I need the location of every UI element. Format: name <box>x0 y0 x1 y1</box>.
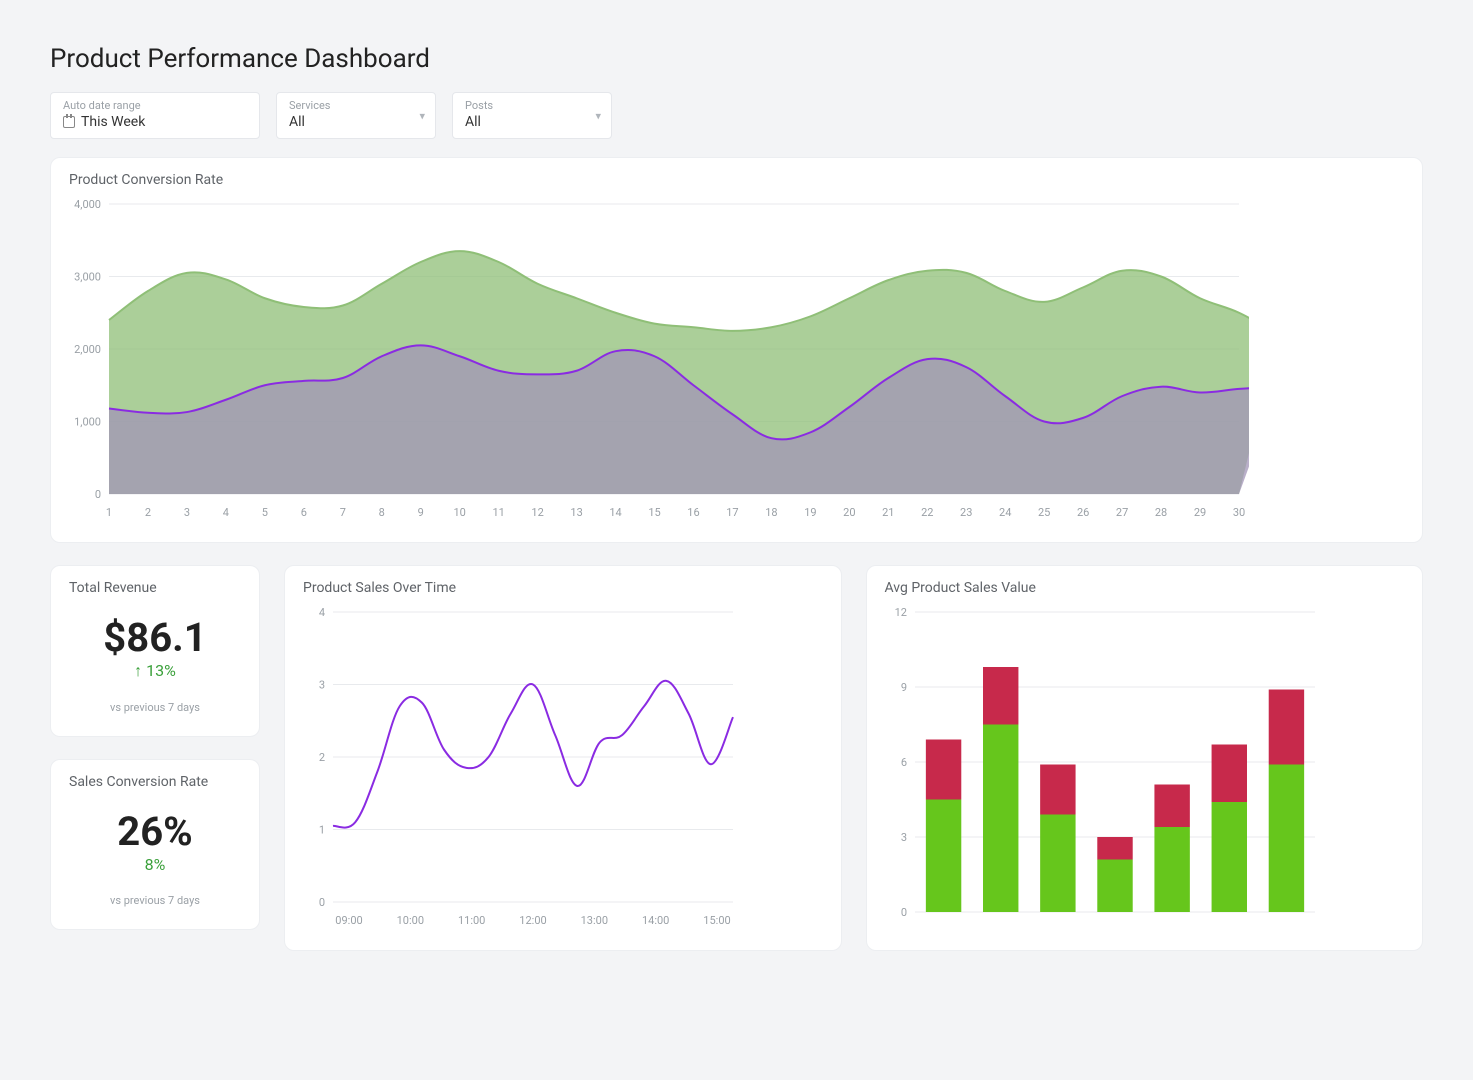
svg-text:29: 29 <box>1194 506 1206 519</box>
services-picker[interactable]: Services All ▾ <box>276 92 436 139</box>
svg-text:13:00: 13:00 <box>581 914 608 927</box>
svg-text:20: 20 <box>843 506 855 519</box>
revenue-card: Total Revenue $86.1 ↑ 13% vs previous 7 … <box>50 565 260 737</box>
svg-text:11: 11 <box>492 506 504 519</box>
avg-card: Avg Product Sales Value 0 3 6 9 12 <box>866 565 1424 951</box>
svg-text:0: 0 <box>319 896 325 909</box>
svg-text:18: 18 <box>765 506 777 519</box>
svg-text:12:00: 12:00 <box>519 914 546 927</box>
svg-text:14:00: 14:00 <box>642 914 669 927</box>
date-range-value: This Week <box>81 114 145 130</box>
svg-text:4: 4 <box>223 506 229 519</box>
posts-label: Posts <box>465 99 599 112</box>
svg-text:4: 4 <box>319 606 325 619</box>
convrate-sub: vs previous 7 days <box>69 894 241 907</box>
convrate-card: Sales Conversion Rate 26% 8% vs previous… <box>50 759 260 930</box>
svg-text:09:00: 09:00 <box>335 914 362 927</box>
posts-picker[interactable]: Posts All ▾ <box>452 92 612 139</box>
filter-bar: Auto date range This Week Services All ▾… <box>50 92 1423 139</box>
svg-text:5: 5 <box>262 506 268 519</box>
svg-text:28: 28 <box>1155 506 1167 519</box>
svg-text:13: 13 <box>570 506 582 519</box>
svg-text:6: 6 <box>900 756 906 769</box>
svg-text:2: 2 <box>145 506 151 519</box>
svg-text:10: 10 <box>454 506 466 519</box>
svg-text:9: 9 <box>900 681 906 694</box>
svg-text:1,000: 1,000 <box>74 416 101 429</box>
svg-text:9: 9 <box>418 506 424 519</box>
svg-text:25: 25 <box>1038 506 1050 519</box>
svg-text:22: 22 <box>921 506 933 519</box>
svg-text:1: 1 <box>319 824 325 837</box>
revenue-title: Total Revenue <box>69 580 241 596</box>
sales-title: Product Sales Over Time <box>303 580 823 596</box>
posts-value: All <box>465 114 481 130</box>
services-label: Services <box>289 99 423 112</box>
svg-text:0: 0 <box>95 488 101 501</box>
svg-text:24: 24 <box>999 506 1011 519</box>
svg-text:4,000: 4,000 <box>74 198 101 211</box>
svg-text:19: 19 <box>804 506 816 519</box>
svg-text:14: 14 <box>609 506 621 519</box>
page-title: Product Performance Dashboard <box>50 44 1423 74</box>
conversion-card: Product Conversion Rate 0 1,000 2,000 3,000… <box>50 157 1423 543</box>
sales-chart[interactable]: 0 1 2 3 4 09:00 10:00 11:00 12:00 13:00 14:00 15:00 <box>303 602 743 932</box>
date-range-picker[interactable]: Auto date range This Week <box>50 92 260 139</box>
convrate-delta: 8% <box>69 855 241 874</box>
revenue-sub: vs previous 7 days <box>69 701 241 714</box>
svg-text:2,000: 2,000 <box>74 343 101 356</box>
svg-text:2: 2 <box>319 751 325 764</box>
revenue-value: $86.1 <box>69 614 241 661</box>
chevron-down-icon: ▾ <box>595 109 601 122</box>
svg-text:3: 3 <box>319 679 325 692</box>
svg-text:12: 12 <box>894 606 906 619</box>
svg-text:23: 23 <box>960 506 972 519</box>
svg-text:0: 0 <box>900 906 906 919</box>
svg-text:1: 1 <box>106 506 112 519</box>
svg-text:15: 15 <box>648 506 660 519</box>
sales-card: Product Sales Over Time 0 1 2 3 4 09:00 10:00 1… <box>284 565 842 951</box>
svg-text:16: 16 <box>687 506 699 519</box>
svg-text:3: 3 <box>184 506 190 519</box>
conversion-chart[interactable]: 01,0002,0003,0004,0001234567891011121314… <box>69 194 1249 524</box>
svg-text:21: 21 <box>882 506 894 519</box>
svg-text:10:00: 10:00 <box>397 914 424 927</box>
revenue-delta: ↑ 13% <box>69 661 241 681</box>
svg-text:27: 27 <box>1116 506 1128 519</box>
date-range-label: Auto date range <box>63 99 247 112</box>
svg-text:6: 6 <box>301 506 307 519</box>
convrate-title: Sales Conversion Rate <box>69 774 241 790</box>
svg-text:17: 17 <box>726 506 738 519</box>
avg-chart[interactable]: 0 3 6 9 12 <box>885 602 1325 932</box>
services-value: All <box>289 114 305 130</box>
svg-text:8: 8 <box>379 506 385 519</box>
svg-text:15:00: 15:00 <box>703 914 730 927</box>
conversion-title: Product Conversion Rate <box>69 172 1404 188</box>
svg-text:11:00: 11:00 <box>458 914 485 927</box>
svg-text:3: 3 <box>900 831 906 844</box>
calendar-icon <box>63 116 75 128</box>
svg-text:26: 26 <box>1077 506 1089 519</box>
chevron-down-icon: ▾ <box>419 109 425 122</box>
avg-title: Avg Product Sales Value <box>885 580 1405 596</box>
svg-text:12: 12 <box>531 506 543 519</box>
svg-text:3,000: 3,000 <box>74 271 101 284</box>
svg-text:7: 7 <box>340 506 346 519</box>
convrate-value: 26% <box>69 808 241 855</box>
svg-text:30: 30 <box>1233 506 1245 519</box>
